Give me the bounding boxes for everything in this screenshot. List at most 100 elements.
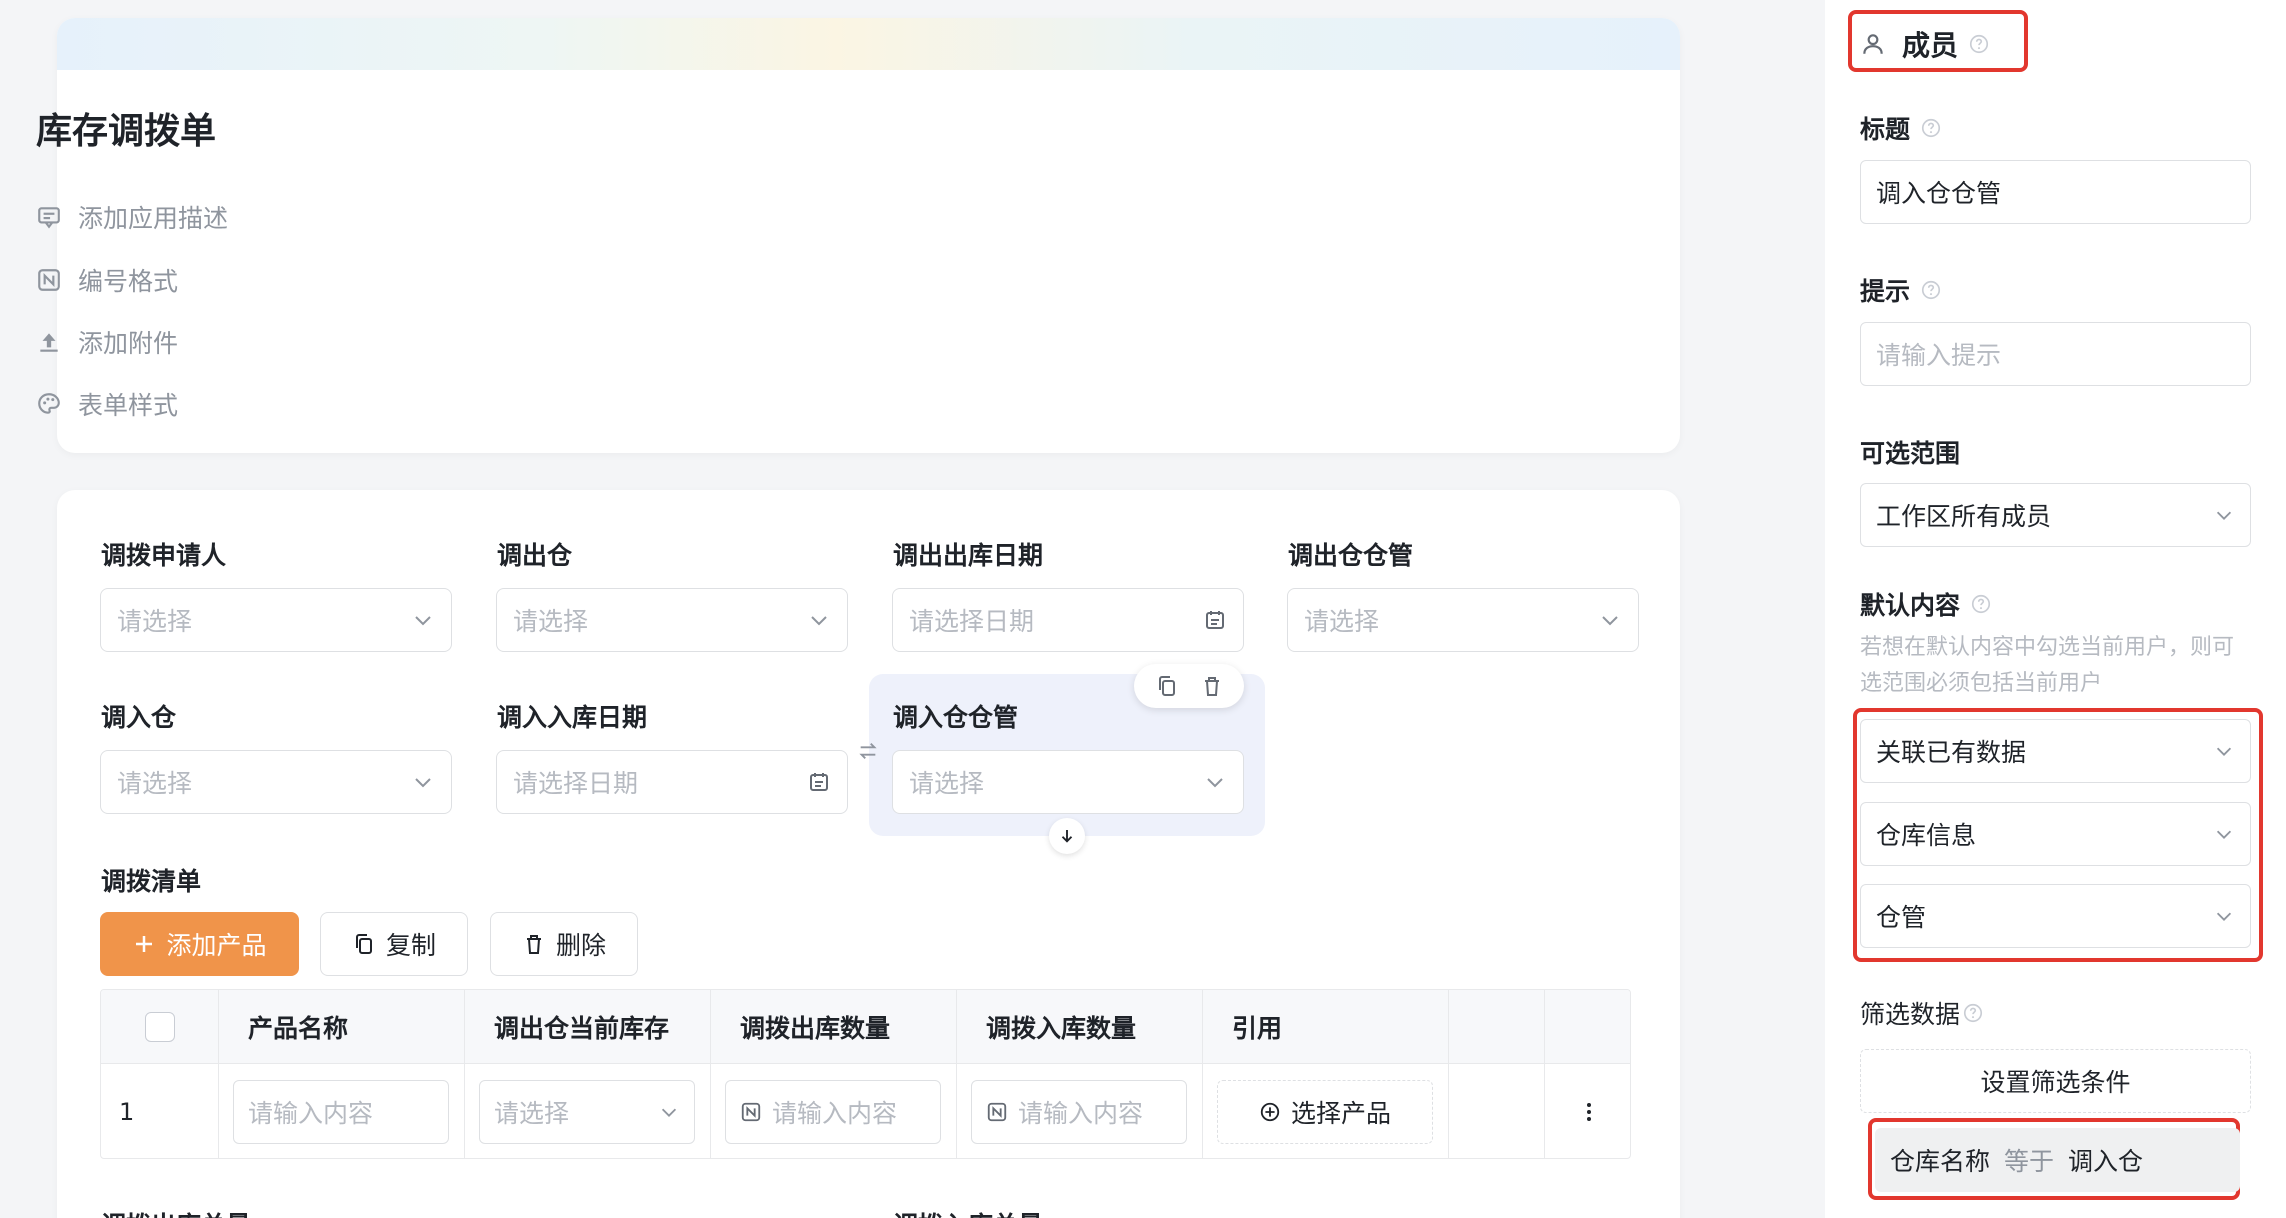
form-header-card xyxy=(57,18,1680,453)
placeholder: 请选择 xyxy=(117,607,193,636)
form-designer-canvas: 库存调拨单 添加应用描述 编号格式 添加附件 表单样式 调拨申请人 请选择 调出… xyxy=(0,0,1825,1218)
help-icon[interactable] xyxy=(1920,117,1942,139)
select-value: 工作区所有成员 xyxy=(1876,502,2052,531)
number-format-icon xyxy=(38,269,60,291)
chevron-down-icon xyxy=(811,616,827,626)
upload-icon xyxy=(40,333,58,352)
column-header-blank xyxy=(1449,990,1545,1064)
form-style-link[interactable]: 表单样式 xyxy=(36,386,178,422)
title-label: 标题 xyxy=(1860,110,1942,146)
title-input[interactable]: 调入仓仓管 xyxy=(1860,160,2251,224)
palette-icon xyxy=(38,393,60,414)
label-text: 提示 xyxy=(1860,277,1911,306)
table-cell: 请选择 xyxy=(465,1064,711,1158)
placeholder: 请输入内容 xyxy=(772,1099,898,1128)
meta-label: 编号格式 xyxy=(78,267,179,296)
add-description-link[interactable]: 添加应用描述 xyxy=(36,199,228,235)
column-header: 产品名称 xyxy=(219,990,465,1064)
field-label-out-total: 调拨出库总量 xyxy=(101,1206,251,1218)
range-select[interactable]: 工作区所有成员 xyxy=(1860,483,2251,547)
field-label-out-date: 调出出库日期 xyxy=(893,541,1044,570)
column-header: 调出仓当前库存 xyxy=(465,990,711,1064)
hint-label: 提示 xyxy=(1860,272,1942,308)
out-qty-input[interactable]: 请输入内容 xyxy=(725,1080,941,1144)
in-qty-input[interactable]: 请输入内容 xyxy=(971,1080,1187,1144)
select-all-cell xyxy=(101,990,219,1064)
field-label-in-date: 调入入库日期 xyxy=(497,703,648,732)
table-cell-blank xyxy=(1449,1064,1545,1158)
header-gradient-strip xyxy=(57,18,1680,70)
field-label-out-keeper: 调出仓仓管 xyxy=(1288,541,1414,570)
label-text: 默认内容 xyxy=(1860,591,1961,620)
in-date-picker[interactable]: 请选择日期 xyxy=(496,750,848,814)
product-name-input[interactable]: 请输入内容 xyxy=(233,1080,449,1144)
copy-button[interactable]: 复制 xyxy=(320,912,468,976)
plus-icon xyxy=(136,936,153,952)
condition-field: 仓库名称 xyxy=(1890,1147,1991,1176)
applicant-select[interactable]: 请选择 xyxy=(100,588,452,652)
list-section-label: 调拨清单 xyxy=(101,867,202,896)
select-product-button[interactable]: 选择产品 xyxy=(1217,1080,1433,1144)
meta-label: 添加应用描述 xyxy=(78,204,229,233)
table-cell: 请输入内容 xyxy=(219,1064,465,1158)
filter-condition-row[interactable]: 仓库名称 等于 调入仓 xyxy=(1875,1128,2240,1192)
help-icon[interactable] xyxy=(1970,593,1992,615)
input-value: 调入仓仓管 xyxy=(1876,179,2002,208)
button-label: 添加产品 xyxy=(166,931,267,960)
select-value: 仓库信息 xyxy=(1876,821,1977,850)
default-field-select[interactable]: 仓管 xyxy=(1860,884,2251,948)
trash-icon[interactable] xyxy=(1200,674,1224,698)
filter-data-label: 筛选数据 xyxy=(1860,995,1984,1031)
select-all-checkbox[interactable] xyxy=(144,1012,175,1042)
placeholder: 请选择日期 xyxy=(513,769,639,798)
column-header: 调拨入库数量 xyxy=(957,990,1203,1064)
chevron-down-icon xyxy=(415,616,431,626)
in-keeper-select[interactable]: 请选择 xyxy=(892,750,1244,814)
copy-icon xyxy=(355,934,372,954)
set-filter-button[interactable]: 设置筛选条件 xyxy=(1860,1049,2251,1113)
table-cell: 请输入内容 xyxy=(957,1064,1203,1158)
move-down-button[interactable] xyxy=(1049,818,1085,854)
out-keeper-select[interactable]: 请选择 xyxy=(1287,588,1639,652)
table-cell: 选择产品 xyxy=(1203,1064,1449,1158)
button-label: 复制 xyxy=(385,931,436,960)
help-icon[interactable] xyxy=(1920,279,1942,301)
calendar-icon xyxy=(810,773,828,791)
field-toolbar xyxy=(1134,664,1244,708)
meta-label: 表单样式 xyxy=(78,391,179,420)
number-format-link[interactable]: 编号格式 xyxy=(36,262,178,298)
chevron-down-icon xyxy=(1207,778,1223,788)
chevron-down-icon xyxy=(2216,511,2232,520)
add-product-button[interactable]: 添加产品 xyxy=(100,912,299,976)
placeholder: 请选择 xyxy=(513,607,589,636)
number-icon xyxy=(987,1102,1007,1122)
condition-operator: 等于 xyxy=(2004,1147,2055,1176)
out-warehouse-select[interactable]: 请选择 xyxy=(496,588,848,652)
form-title[interactable]: 库存调拨单 xyxy=(36,102,216,154)
placeholder: 请选择日期 xyxy=(909,607,1035,636)
placeholder: 请选择 xyxy=(909,769,985,798)
label-text: 标题 xyxy=(1860,115,1911,144)
stock-select[interactable]: 请选择 xyxy=(479,1080,695,1144)
help-icon[interactable] xyxy=(1962,1002,1984,1024)
default-source-select[interactable]: 关联已有数据 xyxy=(1860,719,2251,783)
help-icon[interactable] xyxy=(1968,33,1990,55)
default-content-note: 若想在默认内容中勾选当前用户，则可选范围必须包括当前用户 xyxy=(1860,635,2235,696)
chevron-down-icon xyxy=(2216,830,2232,839)
chevron-down-icon xyxy=(661,1108,677,1117)
add-attachment-link[interactable]: 添加附件 xyxy=(36,324,178,360)
more-vertical-icon[interactable] xyxy=(1577,1100,1601,1124)
out-date-picker[interactable]: 请选择日期 xyxy=(892,588,1244,652)
chevron-down-icon xyxy=(2216,912,2232,921)
in-warehouse-select[interactable]: 请选择 xyxy=(100,750,452,814)
number-icon xyxy=(741,1102,761,1122)
default-table-select[interactable]: 仓库信息 xyxy=(1860,802,2251,866)
placeholder: 请选择 xyxy=(494,1099,570,1128)
label-text: 筛选数据 xyxy=(1860,1000,1961,1029)
hint-input[interactable]: 请输入提示 xyxy=(1860,322,2251,386)
delete-button[interactable]: 删除 xyxy=(490,912,638,976)
arrow-down-icon xyxy=(1061,830,1073,843)
chevron-down-icon xyxy=(415,778,431,788)
copy-icon[interactable] xyxy=(1155,674,1179,698)
swap-icon[interactable] xyxy=(857,740,879,762)
